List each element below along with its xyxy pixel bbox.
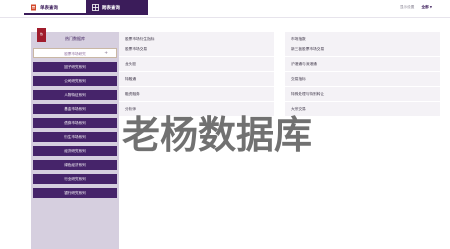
- top-bar: 单表查询 跨表查询 显示设置 全部▼: [0, 0, 450, 18]
- sidebar-item-label: 公司研究系列: [64, 79, 86, 83]
- metric-item[interactable]: 股票市场交易: [119, 42, 274, 56]
- sidebar-item-label: 行业研究系列: [64, 177, 86, 181]
- tab-cross-query-label: 跨表查询: [102, 6, 120, 11]
- sidebar-item-label: 银行研究系列: [64, 191, 86, 195]
- metric-item[interactable]: 融资融券: [119, 87, 274, 101]
- sidebar-item-label: 因子研究系列: [64, 65, 86, 69]
- sidebar-item-label: 绿色经济系列: [64, 163, 86, 167]
- chevron-down-icon[interactable]: ▼: [430, 5, 432, 9]
- hot-database-header[interactable]: 热 热门数据库: [33, 28, 117, 46]
- hot-database-label: 热门数据库: [65, 36, 85, 41]
- sidebar-item-industry[interactable]: 行业研究系列: [33, 174, 117, 184]
- sidebar-item-factor[interactable]: 因子研究系列: [33, 62, 117, 72]
- sidebar-item-label: 经济研究系列: [64, 149, 86, 153]
- metric-item[interactable]: 特殊处理与特别转让: [285, 87, 440, 101]
- sidebar-item-fund[interactable]: 基金市场系列: [33, 104, 117, 114]
- language-select[interactable]: 全部: [422, 5, 429, 9]
- sidebar-item-label: 人物特征系列: [64, 93, 86, 97]
- metric-item[interactable]: 交易指标: [285, 72, 440, 86]
- sidebar-item-label: 股票市场研究: [64, 52, 86, 56]
- sidebar-item-economy[interactable]: 经济研究系列: [33, 146, 117, 156]
- sidebar-item-bank[interactable]: 银行研究系列: [33, 188, 117, 198]
- tab-single-query-label: 单表查询: [40, 6, 58, 11]
- metric-item[interactable]: 新三板股票市场交易: [285, 42, 440, 56]
- sidebar-item-derivative[interactable]: 衍生市场系列: [33, 132, 117, 142]
- sidebar-item-label: 债券市场系列: [64, 121, 86, 125]
- sidebar-item-bond[interactable]: 债券市场系列: [33, 118, 117, 128]
- watermark-text: 老杨数据库: [122, 113, 313, 157]
- database-sidebar: 热 热门数据库 股票市场研究 + 因子研究系列 公司研究系列 人物特征系列 基金…: [31, 28, 119, 249]
- table-icon: [92, 4, 99, 11]
- tab-single-query[interactable]: 单表查询: [24, 0, 86, 15]
- sidebar-item-label: 衍生市场系列: [64, 135, 86, 139]
- metric-item[interactable]: 沪港通与深港通: [285, 57, 440, 71]
- metric-item[interactable]: 龙头股: [119, 57, 274, 71]
- sidebar-item-company[interactable]: 公司研究系列: [33, 76, 117, 86]
- sidebar-item-label: 基金市场系列: [64, 107, 86, 111]
- metric-item[interactable]: 特融通: [119, 72, 274, 86]
- display-settings-link[interactable]: 显示设置: [400, 5, 414, 9]
- sidebar-item-green[interactable]: 绿色经济系列: [33, 160, 117, 170]
- tab-cross-query[interactable]: 跨表查询: [86, 0, 148, 15]
- sidebar-item-person[interactable]: 人物特征系列: [33, 90, 117, 100]
- plus-icon[interactable]: +: [104, 49, 108, 59]
- hot-badge: 热: [37, 28, 46, 42]
- top-links: 显示设置 全部▼: [400, 5, 432, 10]
- sidebar-item-stock-market[interactable]: 股票市场研究 +: [33, 48, 117, 58]
- document-icon: [31, 4, 36, 11]
